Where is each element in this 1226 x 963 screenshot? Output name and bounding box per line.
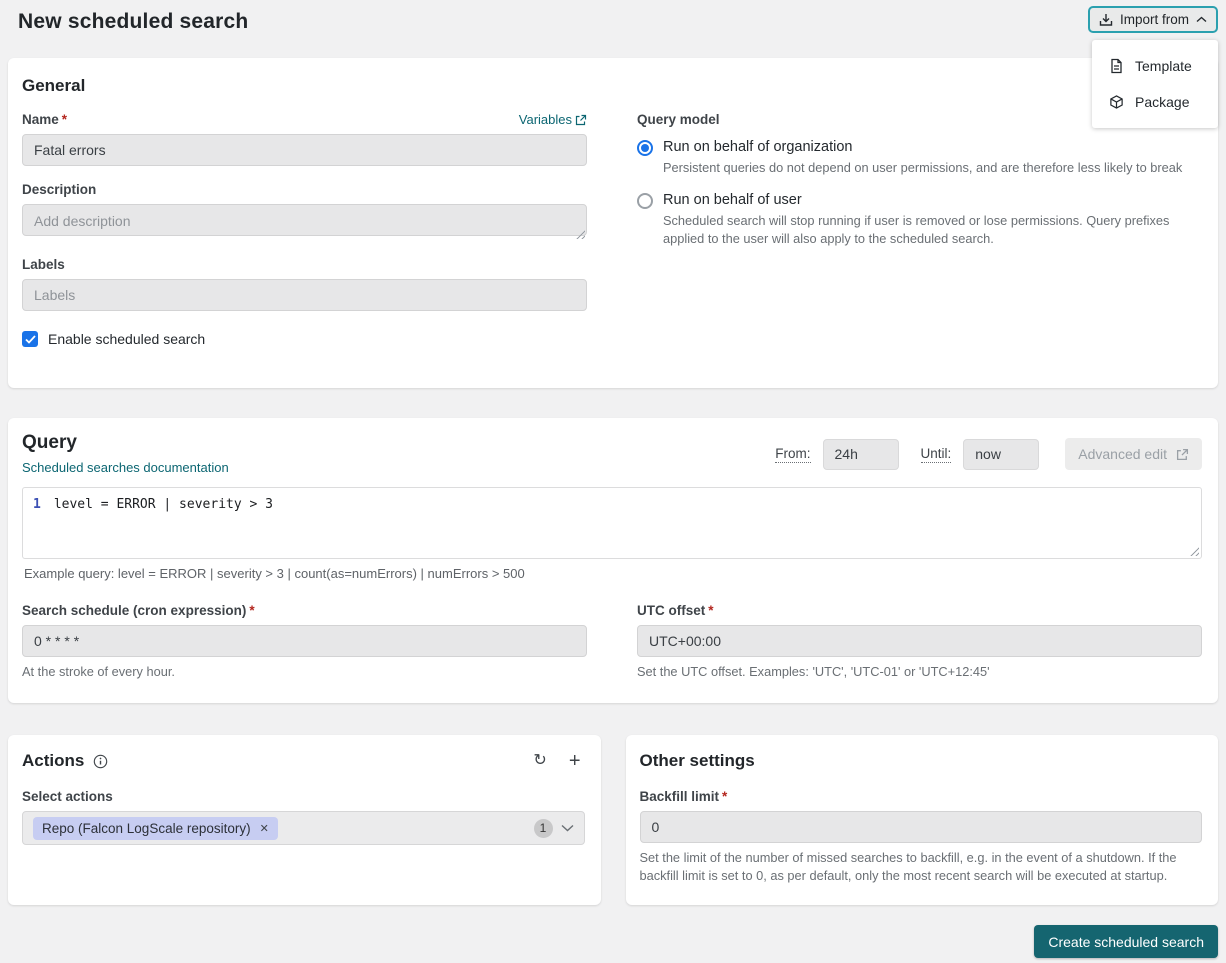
select-actions-label: Select actions [22, 789, 585, 804]
menu-item-label: Template [1135, 58, 1192, 74]
from-label: From: [775, 446, 810, 463]
query-text: level = ERROR | severity > 3 [54, 497, 273, 512]
menu-item-package[interactable]: Package [1092, 84, 1218, 120]
radio-unselected-icon [637, 193, 653, 209]
utc-offset-input[interactable] [637, 625, 1202, 657]
chevron-up-icon [1196, 16, 1207, 23]
general-heading: General [22, 76, 1202, 96]
advanced-edit-button[interactable]: Advanced edit [1065, 438, 1202, 470]
radio-help-text: Persistent queries do not depend on user… [663, 159, 1202, 178]
editor-line-number: 1 [33, 497, 41, 512]
general-card: General Name* Variables Description [8, 58, 1218, 388]
required-asterisk: * [708, 603, 713, 618]
required-asterisk: * [722, 789, 727, 804]
footer: Create scheduled search [8, 925, 1218, 958]
backfill-help-text: Set the limit of the number of missed se… [640, 849, 1203, 885]
until-label: Until: [921, 446, 952, 463]
page-title: New scheduled search [18, 10, 248, 34]
actions-select[interactable]: Repo (Falcon LogScale repository) ✕ 1 [22, 811, 585, 845]
enable-checkbox-label: Enable scheduled search [48, 331, 205, 347]
info-icon[interactable] [93, 754, 108, 769]
other-settings-card: Other settings Backfill limit* Set the l… [626, 735, 1219, 905]
query-card: Query Scheduled searches documentation F… [8, 418, 1218, 703]
menu-item-template[interactable]: Template [1092, 48, 1218, 84]
general-left-column: Name* Variables Description Labels [22, 96, 587, 347]
enable-scheduled-search-checkbox[interactable]: Enable scheduled search [22, 331, 587, 347]
required-asterisk: * [62, 112, 67, 127]
radio-run-on-behalf-of-user[interactable]: Run on behalf of user [637, 192, 1202, 209]
name-label: Name* [22, 112, 67, 127]
backfill-limit-label: Backfill limit* [640, 789, 1203, 804]
radio-selected-icon [637, 140, 653, 156]
chevron-down-icon [561, 824, 574, 832]
cron-help-text: At the stroke of every hour. [22, 663, 587, 681]
remove-chip-icon[interactable]: ✕ [260, 822, 269, 835]
utc-help-text: Set the UTC offset. Examples: 'UTC', 'UT… [637, 663, 1202, 681]
labels-label: Labels [22, 257, 587, 272]
name-input[interactable] [22, 134, 587, 166]
resize-grip-icon[interactable] [1188, 545, 1199, 556]
add-action-icon[interactable]: + [569, 751, 581, 771]
package-icon [1109, 94, 1124, 110]
radio-help-text: Scheduled search will stop running if us… [663, 212, 1202, 249]
query-heading: Query [22, 432, 229, 454]
description-input[interactable] [22, 204, 587, 236]
cron-input[interactable] [22, 625, 587, 657]
scheduled-searches-doc-link[interactable]: Scheduled searches documentation [22, 460, 229, 475]
radio-run-on-behalf-of-organization[interactable]: Run on behalf of organization [637, 139, 1202, 156]
utc-field-group: UTC offset* Set the UTC offset. Examples… [637, 581, 1202, 681]
page-header: New scheduled search Import from [0, 0, 1226, 50]
create-scheduled-search-button[interactable]: Create scheduled search [1034, 925, 1218, 958]
import-from-button[interactable]: Import from [1088, 6, 1218, 33]
cron-field-group: Search schedule (cron expression)* At th… [22, 581, 587, 681]
selection-count-badge: 1 [534, 819, 553, 838]
query-model-group: Query model Run on behalf of organizatio… [637, 96, 1202, 347]
import-from-menu: Template Package [1092, 40, 1218, 128]
download-icon [1099, 13, 1113, 27]
menu-item-label: Package [1135, 94, 1189, 110]
external-link-icon [575, 114, 587, 126]
required-asterisk: * [249, 603, 254, 618]
cron-label: Search schedule (cron expression)* [22, 603, 587, 618]
other-settings-heading: Other settings [640, 751, 1203, 771]
from-input[interactable] [823, 439, 899, 470]
refresh-icon[interactable]: ↻ [533, 753, 546, 769]
import-from-label: Import from [1120, 12, 1189, 27]
actions-card: Actions ↻ + Select actions Repo (Falcon … [8, 735, 601, 905]
actions-heading: Actions [22, 751, 84, 771]
checkbox-checked-icon [22, 331, 38, 347]
template-icon [1109, 58, 1124, 74]
query-editor[interactable]: 1 level = ERROR | severity > 3 [22, 487, 1202, 559]
until-input[interactable] [963, 439, 1039, 470]
utc-offset-label: UTC offset* [637, 603, 1202, 618]
external-link-icon [1176, 448, 1189, 461]
action-chip: Repo (Falcon LogScale repository) ✕ [33, 817, 278, 840]
labels-input[interactable] [22, 279, 587, 311]
variables-link[interactable]: Variables [519, 112, 587, 127]
example-query-text: Example query: level = ERROR | severity … [24, 566, 1202, 581]
backfill-limit-input[interactable] [640, 811, 1203, 843]
description-label: Description [22, 182, 587, 197]
bottom-cards-row: Actions ↻ + Select actions Repo (Falcon … [8, 735, 1218, 905]
